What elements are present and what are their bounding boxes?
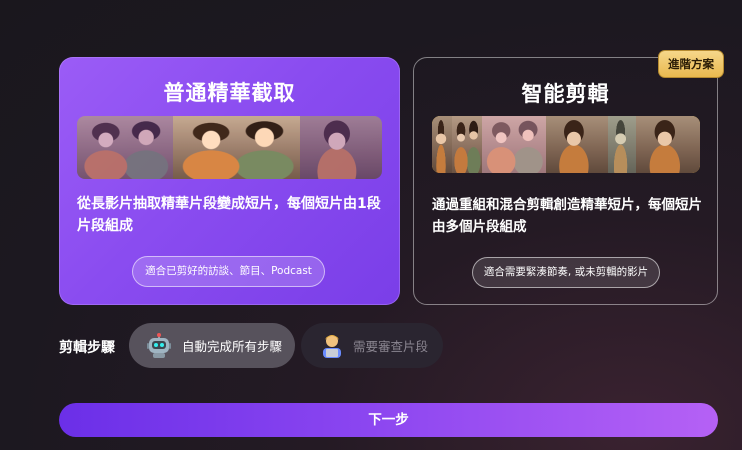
smart-edit-card[interactable]: 智能剪輯 通過重組和混合剪輯創造精華短片，每個短片由多個片段組成 適合需要緊湊節… <box>413 57 718 305</box>
auto-complete-steps-button[interactable]: 自動完成所有步驟 <box>129 323 295 368</box>
video-frame <box>636 116 700 173</box>
video-frame <box>452 116 482 173</box>
edit-steps-label: 剪輯步驟 <box>59 340 115 356</box>
premium-badge: 進階方案 <box>658 50 724 78</box>
video-frame-selected <box>173 116 300 179</box>
film-strip <box>77 116 382 179</box>
film-strip <box>432 116 700 173</box>
video-frame <box>482 116 546 173</box>
auto-complete-label: 自動完成所有步驟 <box>182 339 283 354</box>
video-frame <box>77 116 173 179</box>
use-case-pill: 適合已剪好的訪談、節目、Podcast <box>132 256 325 287</box>
video-frame <box>300 116 382 179</box>
video-frame <box>546 116 608 173</box>
person-reviewing-icon <box>319 333 345 359</box>
card-description: 從長影片抽取精華片段變成短片，每個短片由1段片段組成 <box>77 196 381 234</box>
card-title: 智能剪輯 <box>521 82 610 106</box>
review-clips-button[interactable]: 需要審查片段 <box>301 323 443 368</box>
card-description: 通過重組和混合剪輯創造精華短片，每個短片由多個片段組成 <box>432 197 702 235</box>
video-frame <box>608 116 636 173</box>
review-clips-label: 需要審查片段 <box>353 339 429 354</box>
basic-highlight-card[interactable]: 普通精華截取 從長影片抽取精華片段變成短片，每個短片由1段片段組成 適合已剪好的… <box>59 57 400 305</box>
next-step-button[interactable]: 下一步 <box>59 403 718 437</box>
video-frame <box>432 116 452 173</box>
card-title: 普通精華截取 <box>163 81 296 105</box>
robot-icon <box>146 332 172 359</box>
use-case-pill: 適合需要緊湊節奏, 或未剪輯的影片 <box>472 257 660 288</box>
